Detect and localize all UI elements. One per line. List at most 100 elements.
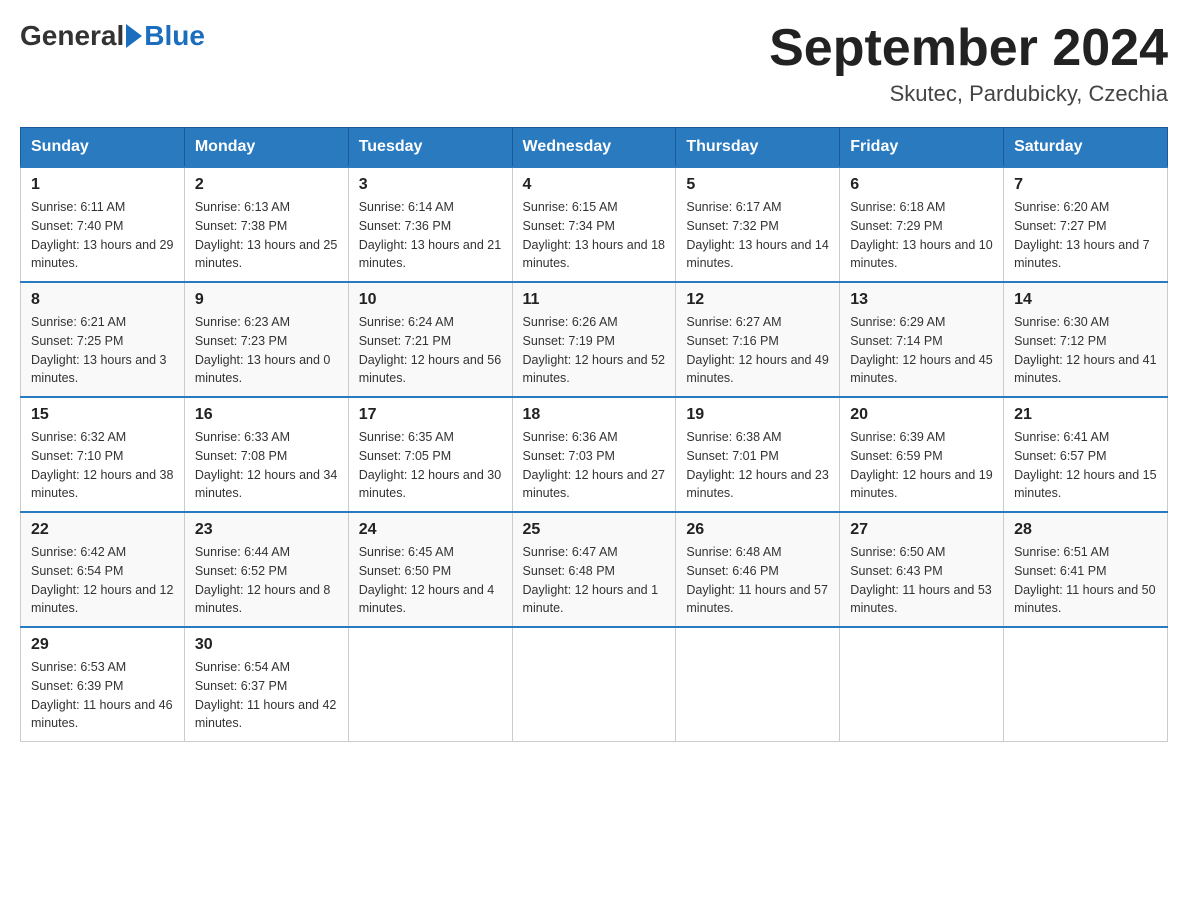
day-number: 29	[31, 636, 174, 654]
calendar-cell	[1004, 627, 1168, 742]
day-number: 22	[31, 521, 174, 539]
calendar-cell: 27 Sunrise: 6:50 AM Sunset: 6:43 PM Dayl…	[840, 512, 1004, 627]
day-number: 21	[1014, 406, 1157, 424]
day-number: 1	[31, 176, 174, 194]
day-number: 30	[195, 636, 338, 654]
day-info: Sunrise: 6:54 AM Sunset: 6:37 PM Dayligh…	[195, 658, 338, 733]
page-header: General Blue September 2024 Skutec, Pard…	[20, 20, 1168, 107]
calendar-cell: 16 Sunrise: 6:33 AM Sunset: 7:08 PM Dayl…	[184, 397, 348, 512]
day-number: 14	[1014, 291, 1157, 309]
header-thursday: Thursday	[676, 128, 840, 168]
header-wednesday: Wednesday	[512, 128, 676, 168]
calendar-cell: 22 Sunrise: 6:42 AM Sunset: 6:54 PM Dayl…	[21, 512, 185, 627]
day-info: Sunrise: 6:48 AM Sunset: 6:46 PM Dayligh…	[686, 543, 829, 618]
calendar-cell: 29 Sunrise: 6:53 AM Sunset: 6:39 PM Dayl…	[21, 627, 185, 742]
week-row-2: 8 Sunrise: 6:21 AM Sunset: 7:25 PM Dayli…	[21, 282, 1168, 397]
day-number: 10	[359, 291, 502, 309]
day-info: Sunrise: 6:15 AM Sunset: 7:34 PM Dayligh…	[523, 198, 666, 273]
day-number: 13	[850, 291, 993, 309]
day-info: Sunrise: 6:39 AM Sunset: 6:59 PM Dayligh…	[850, 428, 993, 503]
calendar-cell: 14 Sunrise: 6:30 AM Sunset: 7:12 PM Dayl…	[1004, 282, 1168, 397]
day-number: 2	[195, 176, 338, 194]
calendar-cell: 23 Sunrise: 6:44 AM Sunset: 6:52 PM Dayl…	[184, 512, 348, 627]
calendar-cell	[676, 627, 840, 742]
logo-blue-text: Blue	[144, 20, 205, 52]
day-info: Sunrise: 6:30 AM Sunset: 7:12 PM Dayligh…	[1014, 313, 1157, 388]
logo-general-text: General	[20, 20, 124, 52]
day-info: Sunrise: 6:50 AM Sunset: 6:43 PM Dayligh…	[850, 543, 993, 618]
day-info: Sunrise: 6:27 AM Sunset: 7:16 PM Dayligh…	[686, 313, 829, 388]
logo-arrow-icon	[126, 24, 142, 48]
day-info: Sunrise: 6:33 AM Sunset: 7:08 PM Dayligh…	[195, 428, 338, 503]
header-tuesday: Tuesday	[348, 128, 512, 168]
weekday-header-row: Sunday Monday Tuesday Wednesday Thursday…	[21, 128, 1168, 168]
day-info: Sunrise: 6:35 AM Sunset: 7:05 PM Dayligh…	[359, 428, 502, 503]
day-info: Sunrise: 6:24 AM Sunset: 7:21 PM Dayligh…	[359, 313, 502, 388]
day-info: Sunrise: 6:26 AM Sunset: 7:19 PM Dayligh…	[523, 313, 666, 388]
header-saturday: Saturday	[1004, 128, 1168, 168]
calendar-cell: 30 Sunrise: 6:54 AM Sunset: 6:37 PM Dayl…	[184, 627, 348, 742]
day-info: Sunrise: 6:41 AM Sunset: 6:57 PM Dayligh…	[1014, 428, 1157, 503]
day-number: 6	[850, 176, 993, 194]
calendar-table: Sunday Monday Tuesday Wednesday Thursday…	[20, 127, 1168, 742]
week-row-3: 15 Sunrise: 6:32 AM Sunset: 7:10 PM Dayl…	[21, 397, 1168, 512]
header-friday: Friday	[840, 128, 1004, 168]
calendar-cell: 15 Sunrise: 6:32 AM Sunset: 7:10 PM Dayl…	[21, 397, 185, 512]
calendar-cell: 24 Sunrise: 6:45 AM Sunset: 6:50 PM Dayl…	[348, 512, 512, 627]
calendar-cell: 18 Sunrise: 6:36 AM Sunset: 7:03 PM Dayl…	[512, 397, 676, 512]
day-info: Sunrise: 6:44 AM Sunset: 6:52 PM Dayligh…	[195, 543, 338, 618]
day-info: Sunrise: 6:13 AM Sunset: 7:38 PM Dayligh…	[195, 198, 338, 273]
day-info: Sunrise: 6:45 AM Sunset: 6:50 PM Dayligh…	[359, 543, 502, 618]
calendar-cell	[348, 627, 512, 742]
day-number: 27	[850, 521, 993, 539]
calendar-cell: 25 Sunrise: 6:47 AM Sunset: 6:48 PM Dayl…	[512, 512, 676, 627]
calendar-cell: 19 Sunrise: 6:38 AM Sunset: 7:01 PM Dayl…	[676, 397, 840, 512]
calendar-cell: 5 Sunrise: 6:17 AM Sunset: 7:32 PM Dayli…	[676, 167, 840, 282]
day-number: 5	[686, 176, 829, 194]
day-number: 9	[195, 291, 338, 309]
calendar-cell: 8 Sunrise: 6:21 AM Sunset: 7:25 PM Dayli…	[21, 282, 185, 397]
calendar-cell: 26 Sunrise: 6:48 AM Sunset: 6:46 PM Dayl…	[676, 512, 840, 627]
day-info: Sunrise: 6:17 AM Sunset: 7:32 PM Dayligh…	[686, 198, 829, 273]
calendar-cell: 7 Sunrise: 6:20 AM Sunset: 7:27 PM Dayli…	[1004, 167, 1168, 282]
day-number: 15	[31, 406, 174, 424]
calendar-cell: 13 Sunrise: 6:29 AM Sunset: 7:14 PM Dayl…	[840, 282, 1004, 397]
location-subtitle: Skutec, Pardubicky, Czechia	[769, 81, 1168, 107]
day-info: Sunrise: 6:18 AM Sunset: 7:29 PM Dayligh…	[850, 198, 993, 273]
calendar-cell: 20 Sunrise: 6:39 AM Sunset: 6:59 PM Dayl…	[840, 397, 1004, 512]
day-number: 12	[686, 291, 829, 309]
header-sunday: Sunday	[21, 128, 185, 168]
day-number: 28	[1014, 521, 1157, 539]
calendar-cell: 9 Sunrise: 6:23 AM Sunset: 7:23 PM Dayli…	[184, 282, 348, 397]
day-number: 25	[523, 521, 666, 539]
day-info: Sunrise: 6:32 AM Sunset: 7:10 PM Dayligh…	[31, 428, 174, 503]
calendar-cell: 3 Sunrise: 6:14 AM Sunset: 7:36 PM Dayli…	[348, 167, 512, 282]
logo: General Blue	[20, 20, 205, 52]
day-info: Sunrise: 6:11 AM Sunset: 7:40 PM Dayligh…	[31, 198, 174, 273]
calendar-cell: 6 Sunrise: 6:18 AM Sunset: 7:29 PM Dayli…	[840, 167, 1004, 282]
day-number: 7	[1014, 176, 1157, 194]
day-number: 18	[523, 406, 666, 424]
day-info: Sunrise: 6:21 AM Sunset: 7:25 PM Dayligh…	[31, 313, 174, 388]
calendar-cell: 11 Sunrise: 6:26 AM Sunset: 7:19 PM Dayl…	[512, 282, 676, 397]
calendar-cell: 21 Sunrise: 6:41 AM Sunset: 6:57 PM Dayl…	[1004, 397, 1168, 512]
day-number: 20	[850, 406, 993, 424]
day-info: Sunrise: 6:53 AM Sunset: 6:39 PM Dayligh…	[31, 658, 174, 733]
day-number: 19	[686, 406, 829, 424]
week-row-1: 1 Sunrise: 6:11 AM Sunset: 7:40 PM Dayli…	[21, 167, 1168, 282]
day-info: Sunrise: 6:14 AM Sunset: 7:36 PM Dayligh…	[359, 198, 502, 273]
calendar-cell: 1 Sunrise: 6:11 AM Sunset: 7:40 PM Dayli…	[21, 167, 185, 282]
day-number: 23	[195, 521, 338, 539]
calendar-cell	[840, 627, 1004, 742]
calendar-cell: 4 Sunrise: 6:15 AM Sunset: 7:34 PM Dayli…	[512, 167, 676, 282]
day-info: Sunrise: 6:36 AM Sunset: 7:03 PM Dayligh…	[523, 428, 666, 503]
day-info: Sunrise: 6:38 AM Sunset: 7:01 PM Dayligh…	[686, 428, 829, 503]
calendar-cell	[512, 627, 676, 742]
day-number: 16	[195, 406, 338, 424]
title-block: September 2024 Skutec, Pardubicky, Czech…	[769, 20, 1168, 107]
calendar-cell: 10 Sunrise: 6:24 AM Sunset: 7:21 PM Dayl…	[348, 282, 512, 397]
week-row-4: 22 Sunrise: 6:42 AM Sunset: 6:54 PM Dayl…	[21, 512, 1168, 627]
day-number: 3	[359, 176, 502, 194]
week-row-5: 29 Sunrise: 6:53 AM Sunset: 6:39 PM Dayl…	[21, 627, 1168, 742]
day-info: Sunrise: 6:47 AM Sunset: 6:48 PM Dayligh…	[523, 543, 666, 618]
